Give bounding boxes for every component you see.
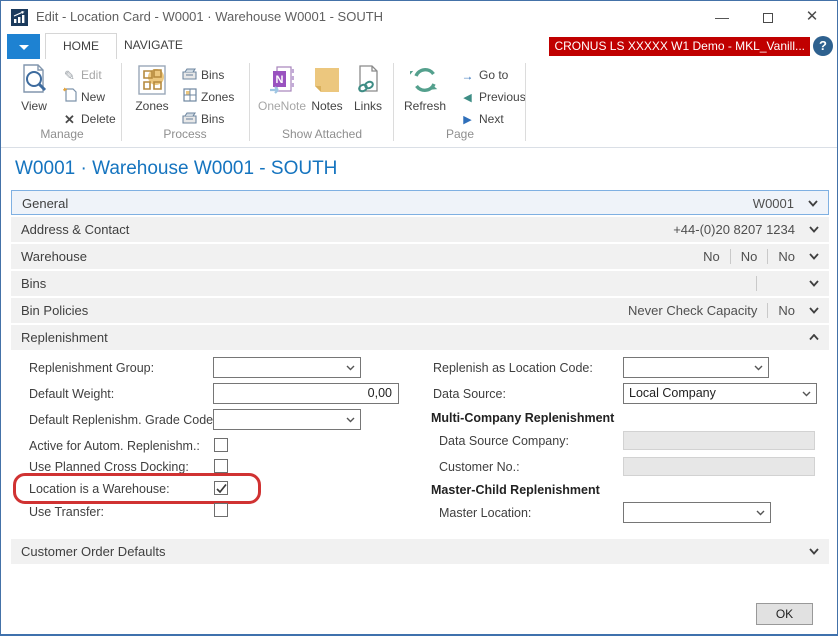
tab-navigate[interactable]: NAVIGATE	[107, 33, 200, 59]
chevron-down-icon	[809, 253, 819, 260]
chevron-up-icon	[809, 334, 819, 341]
new-document-icon	[61, 87, 78, 108]
data-source-combo[interactable]: Local Company	[623, 383, 817, 404]
active-autom-label: Active for Autom. Replenishm.:	[29, 439, 200, 453]
fasttab-bin-policies[interactable]: Bin Policies Never Check Capacity No	[11, 298, 829, 323]
view-icon	[19, 63, 49, 97]
bins-button-1[interactable]: Bins	[181, 65, 224, 86]
fasttab-address-contact[interactable]: Address & Contact +44-(0)20 8207 1234	[11, 217, 829, 242]
group-separator	[393, 63, 394, 141]
customer-no-label: Customer No.:	[439, 460, 520, 474]
pencil-icon: ✎	[61, 66, 78, 86]
refresh-button[interactable]: Refresh	[399, 63, 451, 113]
replenish-as-combo[interactable]	[623, 357, 769, 378]
group-separator	[525, 63, 526, 141]
close-icon[interactable]: ✕	[795, 5, 829, 29]
customer-no-input	[623, 457, 815, 476]
goto-button[interactable]: →Go to	[459, 65, 508, 86]
group-label-manage: Manage	[9, 127, 115, 141]
links-button[interactable]: Links	[349, 63, 387, 113]
default-grade-combo[interactable]	[213, 409, 361, 430]
master-location-label: Master Location:	[439, 506, 531, 520]
zones-button-small[interactable]: Zones	[181, 87, 234, 108]
fasttab-bins[interactable]: Bins	[11, 271, 829, 296]
general-summary: W0001	[753, 196, 794, 211]
chevron-down-icon	[809, 548, 819, 555]
goto-arrow-icon: →	[459, 66, 476, 86]
replenishment-group-label: Replenishment Group:	[29, 361, 154, 375]
multi-company-group-header: Multi-Company Replenishment	[431, 411, 614, 425]
group-label-show-attached: Show Attached	[253, 127, 391, 141]
is-warehouse-label: Location is a Warehouse:	[29, 482, 170, 496]
group-label-process: Process	[127, 127, 243, 141]
new-button[interactable]: New	[61, 87, 105, 108]
maximize-icon[interactable]	[751, 5, 785, 29]
use-transfer-label: Use Transfer:	[29, 505, 104, 519]
cross-docking-checkbox[interactable]	[214, 459, 228, 473]
cross-docking-label: Use Planned Cross Docking:	[29, 460, 189, 474]
phone-summary: +44-(0)20 8207 1234	[673, 222, 795, 237]
group-separator	[121, 63, 122, 141]
minimize-icon[interactable]: —	[705, 5, 739, 29]
fasttab-replenishment[interactable]: Replenishment	[11, 325, 829, 350]
active-autom-checkbox[interactable]	[214, 438, 228, 452]
page-title: W0001 · Warehouse W0001 - SOUTH	[15, 158, 337, 180]
chevron-down-icon	[346, 417, 355, 423]
is-warehouse-checkbox[interactable]	[214, 481, 228, 495]
chevron-down-icon	[346, 365, 355, 371]
view-button[interactable]: View	[13, 63, 55, 113]
application-menu-button[interactable]	[7, 34, 40, 59]
data-source-company-input	[623, 431, 815, 450]
ribbon: View ✎Edit New ✕Delete Manage Zones	[1, 59, 837, 148]
title-bar: Edit - Location Card - W0001 · Warehouse…	[1, 1, 837, 33]
zones-button[interactable]: Zones	[129, 63, 175, 113]
bins-icon	[181, 66, 198, 86]
default-weight-label: Default Weight:	[29, 387, 114, 401]
onenote-icon: N	[269, 63, 295, 97]
data-source-company-label: Data Source Company:	[439, 434, 569, 448]
use-transfer-checkbox[interactable]	[214, 503, 228, 517]
window-title: Edit - Location Card - W0001 · Warehouse…	[36, 9, 383, 24]
previous-arrow-icon: ◀	[459, 88, 476, 108]
notes-icon	[313, 63, 341, 97]
company-badge: CRONUS LS XXXXX W1 Demo - MKL_Vanill...	[549, 37, 810, 56]
data-source-label: Data Source:	[433, 387, 506, 401]
help-icon[interactable]: ?	[813, 36, 833, 56]
zones-small-icon	[181, 88, 198, 108]
chevron-down-icon	[809, 280, 819, 287]
fasttab-customer-order-defaults[interactable]: Customer Order Defaults	[11, 539, 829, 564]
chevron-down-icon	[809, 226, 819, 233]
default-grade-label: Default Replenishm. Grade Code:	[29, 413, 217, 427]
zones-icon	[137, 63, 167, 97]
onenote-button[interactable]: N OneNote	[255, 63, 309, 113]
chevron-down-icon	[802, 391, 811, 397]
refresh-icon	[410, 63, 440, 97]
svg-text:N: N	[276, 74, 284, 86]
chevron-down-icon	[19, 45, 29, 50]
group-label-page: Page	[399, 127, 521, 141]
notes-button[interactable]: Notes	[307, 63, 347, 113]
chevron-down-icon	[754, 365, 763, 371]
ribbon-tab-row: HOME NAVIGATE CRONUS LS XXXXX W1 Demo - …	[1, 33, 837, 59]
replenish-as-label: Replenish as Location Code:	[433, 361, 593, 375]
edit-button[interactable]: ✎Edit	[61, 65, 102, 86]
chevron-down-icon	[756, 510, 765, 516]
fasttab-warehouse[interactable]: Warehouse No No No	[11, 244, 829, 269]
ok-button[interactable]: OK	[756, 603, 813, 625]
fasttab-general[interactable]: General W0001	[11, 190, 829, 215]
previous-button[interactable]: ◀Previous	[459, 87, 526, 108]
chevron-down-icon	[809, 307, 819, 314]
links-icon	[356, 63, 380, 97]
app-icon	[11, 9, 28, 26]
default-weight-input[interactable]: 0,00	[213, 383, 399, 404]
location-card-window: Edit - Location Card - W0001 · Warehouse…	[0, 0, 838, 636]
chevron-down-icon	[808, 200, 818, 207]
master-location-combo[interactable]	[623, 502, 771, 523]
group-separator	[249, 63, 250, 141]
replenishment-group-combo[interactable]	[213, 357, 361, 378]
master-child-group-header: Master-Child Replenishment	[431, 483, 600, 497]
